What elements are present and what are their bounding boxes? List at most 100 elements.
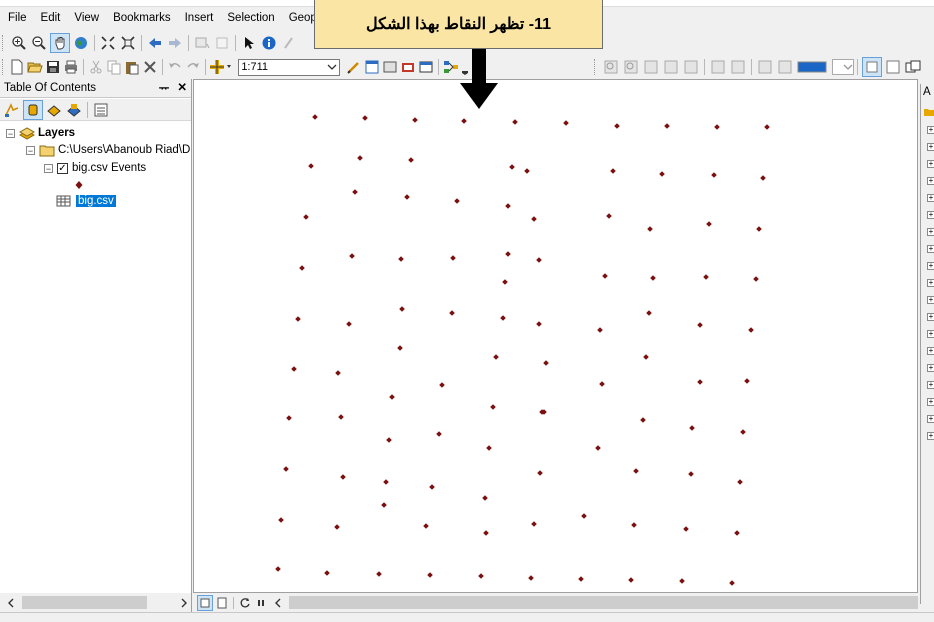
layout-pan-icon[interactable] bbox=[642, 58, 660, 76]
map-point-feature[interactable] bbox=[659, 171, 665, 177]
copy-icon[interactable] bbox=[106, 58, 122, 76]
legend-point-symbol[interactable] bbox=[74, 177, 84, 193]
collapse-icon[interactable]: − bbox=[44, 163, 53, 173]
map-point-feature[interactable] bbox=[599, 381, 605, 387]
scroll-thumb[interactable] bbox=[21, 596, 148, 609]
hyperlink-icon[interactable] bbox=[280, 34, 298, 52]
layout-forward-icon[interactable] bbox=[776, 58, 794, 76]
map-point-feature[interactable] bbox=[398, 256, 404, 262]
map-point-feature[interactable] bbox=[449, 310, 455, 316]
map-point-feature[interactable] bbox=[429, 484, 435, 490]
map-point-feature[interactable] bbox=[628, 577, 634, 583]
map-point-feature[interactable] bbox=[490, 404, 496, 410]
map-point-feature[interactable] bbox=[461, 118, 467, 124]
tree-folder[interactable]: − C:\Users\Abanoub Riad\D bbox=[26, 142, 190, 158]
map-point-feature[interactable] bbox=[486, 445, 492, 451]
map-point-feature[interactable] bbox=[689, 425, 695, 431]
redo-icon[interactable] bbox=[185, 58, 201, 76]
map-point-feature[interactable] bbox=[275, 566, 281, 572]
map-point-feature[interactable] bbox=[602, 273, 608, 279]
menu-file[interactable]: File bbox=[0, 7, 33, 29]
clear-selection-icon[interactable] bbox=[213, 34, 231, 52]
map-point-feature[interactable] bbox=[646, 310, 652, 316]
expand-icon[interactable]: + bbox=[927, 381, 934, 389]
map-point-feature[interactable] bbox=[412, 117, 418, 123]
expand-icon[interactable]: + bbox=[927, 126, 934, 134]
map-point-feature[interactable] bbox=[500, 315, 506, 321]
map-point-feature[interactable] bbox=[376, 571, 382, 577]
map-point-feature[interactable] bbox=[303, 214, 309, 220]
expand-icon[interactable]: + bbox=[927, 296, 934, 304]
map-point-feature[interactable] bbox=[528, 575, 534, 581]
map-point-feature[interactable] bbox=[737, 479, 743, 485]
layout-view-icon[interactable] bbox=[215, 596, 229, 610]
map-point-feature[interactable] bbox=[610, 168, 616, 174]
map-point-feature[interactable] bbox=[595, 445, 601, 451]
map-point-feature[interactable] bbox=[299, 265, 305, 271]
search-window-icon[interactable] bbox=[400, 58, 416, 76]
map-point-feature[interactable] bbox=[312, 114, 318, 120]
save-disk-icon[interactable] bbox=[45, 58, 61, 76]
fixed-zoom-out-icon[interactable] bbox=[119, 34, 137, 52]
map-point-feature[interactable] bbox=[706, 221, 712, 227]
map-point-feature[interactable] bbox=[756, 226, 762, 232]
tree-root-layers[interactable]: − Layers bbox=[6, 125, 75, 141]
refresh-icon[interactable] bbox=[238, 596, 252, 610]
table-of-contents-icon[interactable] bbox=[364, 58, 380, 76]
map-point-feature[interactable] bbox=[536, 321, 542, 327]
map-point-feature[interactable] bbox=[683, 526, 689, 532]
collapse-icon[interactable]: − bbox=[26, 145, 35, 155]
cut-icon[interactable] bbox=[88, 58, 104, 76]
map-point-feature[interactable] bbox=[383, 479, 389, 485]
new-document-icon[interactable] bbox=[9, 58, 25, 76]
tree-table[interactable]: big.csv bbox=[56, 193, 116, 209]
map-point-feature[interactable] bbox=[764, 124, 770, 130]
zoom-whole-page-icon[interactable] bbox=[662, 58, 680, 76]
map-point-feature[interactable] bbox=[543, 360, 549, 366]
map-point-feature[interactable] bbox=[679, 578, 685, 584]
paste-icon[interactable] bbox=[124, 58, 140, 76]
map-point-feature[interactable] bbox=[408, 157, 414, 163]
back-arrow-icon[interactable] bbox=[146, 34, 164, 52]
pin-icon[interactable]: ᅲ bbox=[159, 80, 170, 96]
data-view-icon[interactable] bbox=[197, 594, 213, 611]
expand-icon[interactable]: + bbox=[927, 432, 934, 440]
map-point-feature[interactable] bbox=[286, 415, 292, 421]
right-panel-tab[interactable]: A bbox=[921, 84, 934, 98]
map-point-feature[interactable] bbox=[633, 468, 639, 474]
layout-fixed-zoom-in-icon[interactable] bbox=[709, 58, 727, 76]
map-point-feature[interactable] bbox=[483, 530, 489, 536]
map-point-feature[interactable] bbox=[397, 345, 403, 351]
scroll-left-icon[interactable] bbox=[4, 596, 18, 610]
toc-horizontal-scrollbar[interactable] bbox=[0, 593, 191, 612]
expand-icon[interactable]: + bbox=[927, 211, 934, 219]
map-point-feature[interactable] bbox=[346, 321, 352, 327]
identify-icon[interactable] bbox=[260, 34, 278, 52]
expand-icon[interactable]: + bbox=[927, 262, 934, 270]
map-point-feature[interactable] bbox=[349, 253, 355, 259]
map-point-feature[interactable] bbox=[482, 495, 488, 501]
expand-icon[interactable]: + bbox=[927, 228, 934, 236]
map-point-feature[interactable] bbox=[295, 316, 301, 322]
map-point-feature[interactable] bbox=[423, 523, 429, 529]
map-point-feature[interactable] bbox=[531, 521, 537, 527]
map-point-feature[interactable] bbox=[399, 306, 405, 312]
map-point-feature[interactable] bbox=[729, 580, 735, 586]
map-point-feature[interactable] bbox=[531, 216, 537, 222]
map-point-feature[interactable] bbox=[389, 394, 395, 400]
close-icon[interactable]: ✕ bbox=[177, 80, 187, 96]
menu-insert[interactable]: Insert bbox=[177, 7, 220, 29]
map-point-feature[interactable] bbox=[703, 274, 709, 280]
expand-icon[interactable]: + bbox=[927, 398, 934, 406]
list-by-selection-icon[interactable] bbox=[65, 101, 83, 119]
list-by-visibility-icon[interactable] bbox=[45, 101, 63, 119]
zoom-out-icon[interactable] bbox=[30, 34, 48, 52]
change-layout-icon[interactable] bbox=[904, 58, 922, 76]
select-features-icon[interactable] bbox=[193, 34, 211, 52]
delete-x-icon[interactable] bbox=[142, 58, 158, 76]
full-extent-globe-icon[interactable] bbox=[72, 34, 90, 52]
toc-options-icon[interactable] bbox=[92, 101, 110, 119]
map-point-feature[interactable] bbox=[283, 466, 289, 472]
map-point-feature[interactable] bbox=[744, 378, 750, 384]
forward-arrow-icon[interactable] bbox=[166, 34, 184, 52]
